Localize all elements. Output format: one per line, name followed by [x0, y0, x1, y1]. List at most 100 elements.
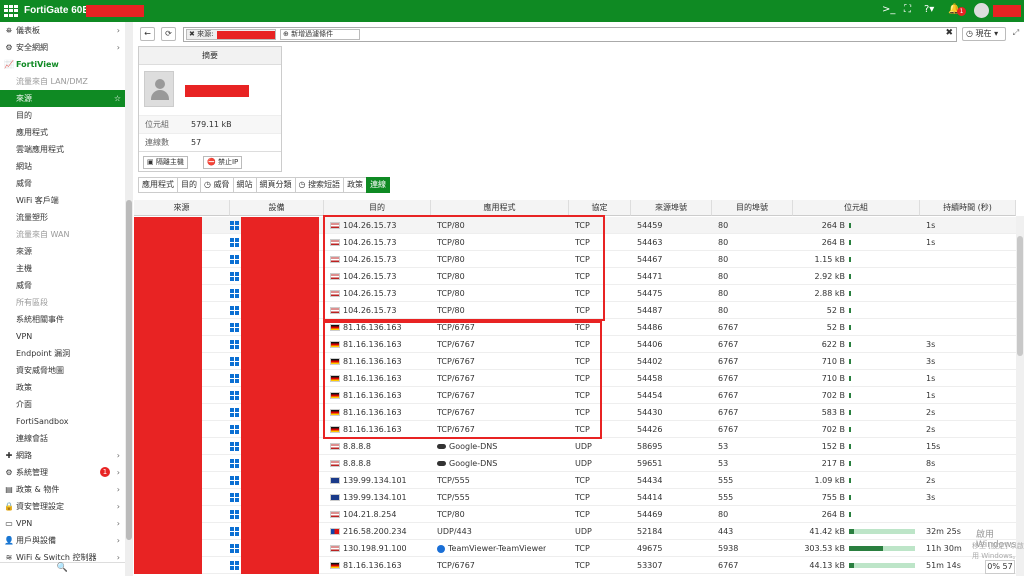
sidebar-search-icon[interactable]: 🔍: [0, 562, 125, 576]
column-header-8[interactable]: 持續時間 (秒): [920, 200, 1016, 216]
sidebar-item-24[interactable]: 連線會話: [0, 430, 125, 447]
dest-cell[interactable]: 8.8.8.8: [330, 455, 371, 472]
teamviewer-icon: [437, 544, 445, 553]
tab-0[interactable]: 應用程式: [138, 177, 178, 193]
tab-2[interactable]: ◷ 威脅: [200, 177, 234, 193]
sidebar-item-8[interactable]: 網站: [0, 158, 125, 175]
time-range-select[interactable]: ◷ 現在 ▾: [962, 27, 1006, 41]
sidebar-item-17[interactable]: 系統相關事件: [0, 311, 125, 328]
bytes-bar: [849, 291, 851, 296]
dest-cell[interactable]: 216.58.200.234: [330, 523, 407, 540]
column-header-7[interactable]: 位元組: [793, 200, 920, 216]
admin-avatar[interactable]: [974, 3, 989, 18]
sidebar-item-5[interactable]: 目的: [0, 107, 125, 124]
sidebar-item-15[interactable]: 威脅: [0, 277, 125, 294]
sidebar-item-7[interactable]: 雲端應用程式: [0, 141, 125, 158]
cli-console-icon[interactable]: >_: [882, 4, 895, 15]
sidebar-item-30[interactable]: 👤 用戶與設備 ›: [0, 532, 125, 549]
sidebar-item-29[interactable]: ▭ VPN ›: [0, 515, 125, 532]
dport-cell: 6767: [718, 561, 739, 570]
tab-6[interactable]: 政策: [343, 177, 368, 193]
tab-4[interactable]: 網頁分類: [255, 177, 296, 193]
dport-cell: 6767: [718, 391, 739, 400]
tab-5[interactable]: ◷ 搜索短語: [294, 177, 345, 193]
sidebar-item-21[interactable]: 政策: [0, 379, 125, 396]
sidebar-item-20[interactable]: 資安威脅地圖: [0, 362, 125, 379]
sidebar-item-6[interactable]: 應用程式: [0, 124, 125, 141]
sidebar-scrollbar[interactable]: [125, 22, 133, 576]
summary-card: 摘要 位元組 579.11 kB 連線數 57 ▣ 隔離主機 ⛔ 禁止IP: [138, 46, 282, 172]
dest-cell[interactable]: 81.16.136.163: [330, 557, 402, 574]
sidebar-item-14[interactable]: 主機: [0, 260, 125, 277]
back-button[interactable]: ←: [140, 27, 155, 41]
dest-cell[interactable]: 130.198.91.100: [330, 540, 407, 557]
tab-1[interactable]: 目的: [177, 177, 201, 193]
windows-activation-hint: 移至 [設定] 以啟用 Windows。: [972, 542, 1024, 560]
add-filter-button[interactable]: ⊕ 新增過濾條件: [280, 29, 360, 40]
sidebar-item-18[interactable]: VPN: [0, 328, 125, 345]
column-header-2[interactable]: 目的: [324, 200, 431, 216]
sidebar-item-label: FortiSandbox: [16, 417, 69, 426]
gear-icon: ⚙: [5, 468, 13, 477]
dest-cell[interactable]: 8.8.8.8: [330, 438, 371, 455]
sidebar-item-9[interactable]: 威脅: [0, 175, 125, 192]
sidebar-item-label: 流量來自 LAN/DMZ: [16, 77, 88, 86]
ban-ip-button[interactable]: ⛔ 禁止IP: [203, 156, 243, 169]
chevron-right-icon: ›: [116, 26, 120, 35]
tab-7[interactable]: 連線: [366, 177, 391, 193]
app-cell[interactable]: TCP/6767: [437, 557, 475, 574]
app-cell[interactable]: UDP/443: [437, 523, 472, 540]
sidebar-item-1[interactable]: ⚙ 安全網網 ›: [0, 39, 125, 56]
bytes-cell: 2.92 kB: [814, 272, 845, 281]
sidebar-item-2[interactable]: 📈 FortiView: [0, 56, 125, 73]
sidebar-item-label: 資安威脅地圖: [16, 366, 64, 375]
filter-bar[interactable]: ✖ 來源: ⊕ 新增過濾條件 ✖: [183, 27, 957, 42]
clear-filter-icon[interactable]: ✖: [945, 28, 953, 38]
sidebar-item-11[interactable]: 流量塑形: [0, 209, 125, 226]
dest-cell[interactable]: 139.99.134.101: [330, 472, 407, 489]
dest-cell[interactable]: 139.99.134.101: [330, 489, 407, 506]
column-header-3[interactable]: 應用程式: [431, 200, 569, 216]
app-cell[interactable]: TCP/555: [437, 472, 470, 489]
sidebar-item-25[interactable]: ✚ 網路 ›: [0, 447, 125, 464]
tab-label: 政策: [347, 180, 364, 189]
column-header-1[interactable]: 設備: [230, 200, 324, 216]
column-header-0[interactable]: 來源: [134, 200, 230, 216]
chevron-right-icon: ›: [116, 536, 120, 545]
app-cell[interactable]: Google-DNS: [437, 438, 497, 455]
app-cell[interactable]: TeamViewer-TeamViewer: [437, 540, 546, 557]
fullscreen-icon[interactable]: ⛶: [904, 4, 911, 15]
sidebar-item-22[interactable]: 介面: [0, 396, 125, 413]
app-cell[interactable]: TCP/555: [437, 489, 470, 506]
column-header-4[interactable]: 協定: [569, 200, 631, 216]
tab-3[interactable]: 網站: [232, 177, 257, 193]
sidebar-item-0[interactable]: ⛯ 儀表板 ›: [0, 22, 125, 39]
dest-ip: 130.198.91.100: [343, 544, 407, 553]
sidebar-item-19[interactable]: Endpoint 漏洞: [0, 345, 125, 362]
column-header-6[interactable]: 目的埠號: [712, 200, 793, 216]
column-header-5[interactable]: 來源埠號: [631, 200, 712, 216]
expand-icon[interactable]: ⤢: [1010, 27, 1022, 41]
app-cell[interactable]: TCP/80: [437, 506, 465, 523]
sidebar-item-label: 目的: [16, 111, 32, 120]
bytes-bar: [849, 359, 851, 364]
refresh-button[interactable]: ⟳: [161, 27, 176, 41]
star-icon[interactable]: ☆: [114, 90, 121, 107]
sidebar-item-23[interactable]: FortiSandbox: [0, 413, 125, 430]
chevron-right-icon: ›: [116, 485, 120, 494]
dest-cell[interactable]: 104.21.8.254: [330, 506, 396, 523]
redacted-username[interactable]: [993, 5, 1021, 17]
sidebar-item-10[interactable]: WiFi 客戶端: [0, 192, 125, 209]
duration-cell: 2s: [926, 425, 936, 434]
sidebar-item-13[interactable]: 來源: [0, 243, 125, 260]
sidebar-item-28[interactable]: 🔒 資安管理設定 ›: [0, 498, 125, 515]
sidebar-item-26[interactable]: ⚙ 系統管理 1 ›: [0, 464, 125, 481]
table-scrollbar[interactable]: [1016, 216, 1024, 576]
filter-tag-source[interactable]: ✖ 來源:: [186, 29, 276, 40]
sidebar-item-label: 用戶與設備: [16, 536, 56, 545]
sidebar-item-4[interactable]: 來源 ☆: [0, 90, 125, 107]
quarantine-host-button[interactable]: ▣ 隔離主機: [143, 156, 188, 169]
help-icon[interactable]: ?▾: [924, 4, 934, 15]
sidebar-item-27[interactable]: ▤ 政策 & 物件 ›: [0, 481, 125, 498]
app-cell[interactable]: Google-DNS: [437, 455, 497, 472]
